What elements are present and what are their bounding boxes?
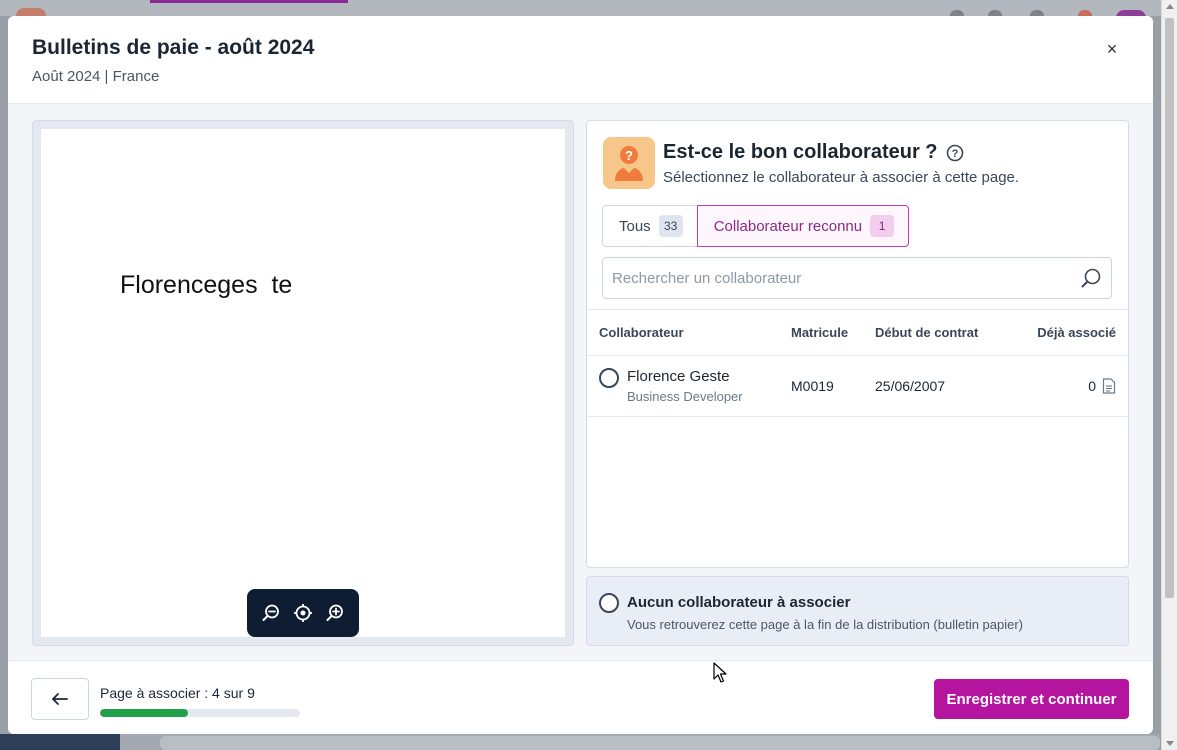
save-and-continue-button[interactable]: Enregistrer et continuer [934,679,1129,719]
table-header: Collaborateur Matricule Début de contrat… [587,310,1128,356]
modal-body: Florenceges te ? Est-ce le bon collabora… [8,104,1153,660]
document-preview: Florenceges te [32,120,574,646]
tab-recognized-count-badge: 1 [870,215,895,237]
page-progress-bar [100,709,300,717]
tab-all[interactable]: Tous 33 [602,205,697,247]
tab-recognized-label: Collaborateur reconnu [713,217,863,235]
modal-header: Bulletins de paie - août 2024 Août 2024 … [8,16,1153,104]
scrollbar-thumb[interactable] [1165,18,1174,598]
matricule-cell: M0019 [791,378,834,394]
zoom-out-icon [262,604,279,621]
modal-footer: Page à associer : 4 sur 9 Enregistrer et… [8,660,1153,734]
svg-text:?: ? [625,148,633,163]
search-box [602,257,1112,299]
employee-radio[interactable] [599,368,619,388]
column-header-matricule: Matricule [791,325,849,340]
start-date-cell: 25/06/2007 [875,378,946,394]
table-row[interactable]: Florence Geste Business Developer M0019 … [587,356,1128,417]
arrow-left-icon [52,693,68,705]
column-header-employee: Collaborateur [599,325,684,340]
target-icon [294,604,312,622]
zoom-in-icon [326,604,343,621]
association-modal: Bulletins de paie - août 2024 Août 2024 … [8,16,1153,734]
associated-count: 0 [1088,378,1096,394]
close-button[interactable]: × [1098,36,1126,64]
filter-tabs: Tous 33 Collaborateur reconnu 1 [602,205,910,247]
zoom-toolbar [247,589,359,637]
no-employee-option[interactable]: Aucun collaborateur à associer Vous retr… [586,576,1129,646]
background-content [120,734,1160,750]
employee-table: Collaborateur Matricule Début de contrat… [587,309,1128,417]
scroll-up-arrow-icon[interactable] [1166,4,1174,9]
mouse-cursor-icon [713,662,727,683]
svg-text:?: ? [951,148,958,160]
background-sidebar [0,734,120,750]
associated-cell: 0 [1021,378,1128,394]
scroll-down-arrow-icon[interactable] [1166,741,1174,746]
page-scrollbar[interactable] [1161,0,1177,750]
zoom-in-button[interactable] [323,601,347,625]
back-button[interactable] [31,678,89,720]
close-icon: × [1106,39,1118,59]
column-header-associated: Déjà associé [1037,325,1116,340]
employee-info: Florence Geste Business Developer [627,368,743,404]
tab-all-label: Tous [619,217,651,235]
background-active-tab-indicator [150,0,348,3]
no-employee-description: Vous retrouverez cette page à la fin de … [627,617,1024,632]
page-progress-fill [100,709,188,717]
background-chip [160,736,1160,750]
modal-subtitle: Août 2024 | France [32,68,160,85]
zoom-out-button[interactable] [259,601,283,625]
no-employee-radio[interactable] [599,593,619,613]
panel-description: Sélectionnez le collaborateur à associer… [663,169,1020,186]
employee-selection-panel: ? Est-ce le bon collaborateur ? ? Sélect… [586,120,1129,568]
panel-title-text: Est-ce le bon collaborateur ? [663,141,938,163]
associated-wrap: 0 [1021,378,1116,394]
modal-title: Bulletins de paie - août 2024 [32,36,315,59]
background-topbar [0,0,1177,20]
panel-title: Est-ce le bon collaborateur ? ? [663,141,964,164]
tab-recognized[interactable]: Collaborateur reconnu 1 [696,205,910,247]
document-icon [1102,378,1116,394]
employee-name: Florence Geste [627,368,730,385]
search-input[interactable] [612,269,1079,287]
page-progress-label: Page à associer : 4 sur 9 [100,685,255,701]
preview-page[interactable]: Florenceges te [41,129,565,637]
no-employee-title: Aucun collaborateur à associer [627,594,851,611]
help-icon[interactable]: ? [946,144,964,162]
column-header-start-date: Début de contrat [875,325,979,340]
unknown-employee-icon: ? [603,137,655,189]
tab-all-count-badge: 33 [658,215,683,237]
recenter-button[interactable] [291,601,315,625]
preview-text: Florenceges te [120,271,293,299]
employee-role: Business Developer [627,389,743,404]
employee-cell: Florence Geste Business Developer [587,368,779,404]
search-icon[interactable] [1079,266,1103,290]
